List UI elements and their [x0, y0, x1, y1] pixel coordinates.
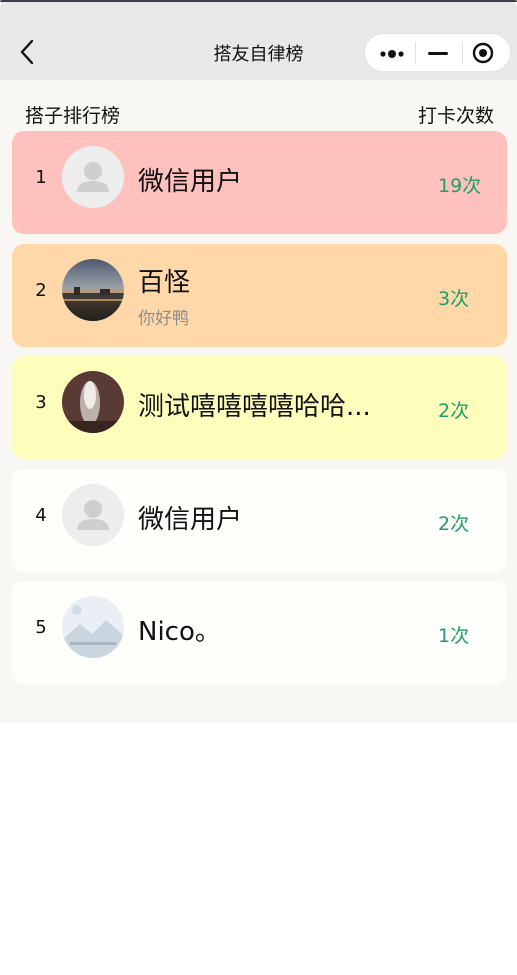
- checkin-count-heading: 打卡次数: [417, 105, 494, 127]
- mountain-photo-avatar: [62, 596, 124, 658]
- checkin-count: 19次: [438, 175, 482, 197]
- rank-number: 4: [35, 505, 47, 526]
- rank-number: 3: [35, 392, 47, 413]
- fireworks-photo-avatar: [62, 371, 124, 433]
- capsule-divider: [462, 42, 463, 64]
- window-edge: [0, 0, 517, 2]
- checkin-count: 2次: [438, 513, 470, 535]
- ranking-item-5[interactable]: 5 Nico。 1次: [12, 581, 507, 684]
- rank-number: 5: [35, 617, 47, 638]
- user-name: 微信用户: [138, 167, 243, 197]
- rank-number: 1: [35, 167, 47, 188]
- user-name: 微信用户: [138, 505, 243, 535]
- user-name: 测试嘻嘻嘻嘻哈哈...: [138, 392, 371, 422]
- user-signature: 你好鸭: [138, 309, 189, 329]
- checkin-count: 3次: [438, 288, 470, 310]
- checkin-count: 2次: [438, 400, 470, 422]
- minimize-icon[interactable]: [428, 52, 448, 55]
- ranking-item-2[interactable]: 2 百怪 你好鸭 3次: [12, 244, 507, 347]
- ranking-item-1[interactable]: 1 微信用户 19次: [12, 131, 507, 234]
- default-avatar-icon: [62, 484, 124, 546]
- default-avatar-icon: [62, 146, 124, 208]
- menu-capsule: [364, 33, 511, 72]
- rank-number: 2: [35, 280, 47, 301]
- user-name: 百怪: [138, 268, 191, 298]
- ranking-item-4[interactable]: 4 微信用户 2次: [12, 469, 507, 572]
- sunset-photo-avatar: [62, 259, 124, 321]
- close-target-icon[interactable]: [472, 42, 494, 64]
- more-icon[interactable]: [379, 46, 405, 60]
- title-bar: 搭友自律榜: [0, 0, 517, 80]
- ranking-item-3[interactable]: 3 测试嘻嘻嘻嘻哈哈... 2次: [12, 356, 507, 459]
- checkin-count: 1次: [438, 625, 470, 647]
- user-name: Nico。: [138, 617, 221, 647]
- leaderboard-heading: 搭子排行榜: [25, 105, 121, 127]
- capsule-divider: [415, 42, 416, 64]
